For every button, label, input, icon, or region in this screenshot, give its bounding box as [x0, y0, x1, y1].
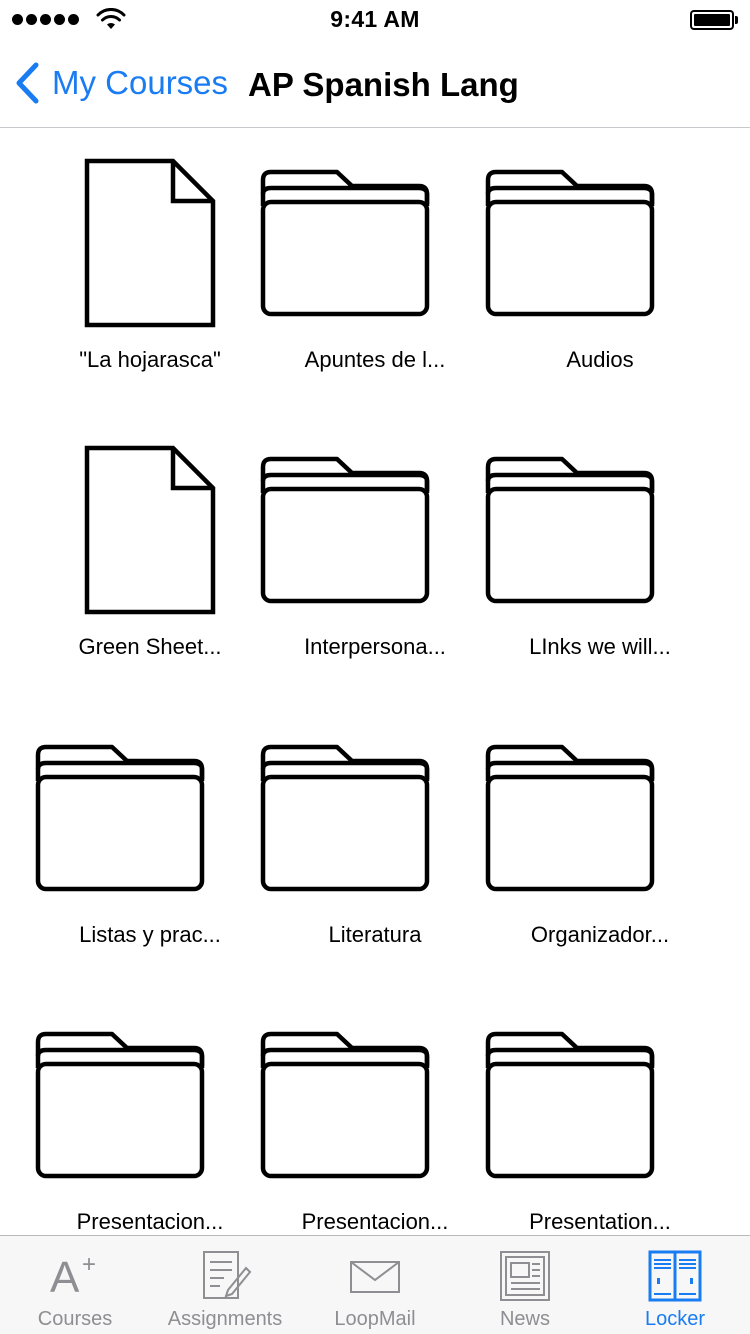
locker-icon: [648, 1248, 702, 1304]
item-label: Literatura: [328, 922, 422, 947]
item-label: Listas y prac...: [79, 922, 221, 947]
tab-assignments[interactable]: Assignments: [150, 1236, 300, 1334]
newspaper-icon: [498, 1248, 552, 1304]
folder-icon: [200, 144, 430, 334]
item-label: Apuntes de l...: [304, 347, 446, 372]
tab-label: Locker: [644, 1308, 706, 1330]
svg-text:A: A: [50, 1253, 80, 1302]
locker-grid: "La hojarasca" Apuntes de l... Audios Green…: [0, 129, 750, 1235]
tab-news[interactable]: News: [450, 1236, 600, 1334]
tab-loopmail[interactable]: LoopMail: [300, 1236, 450, 1334]
item-label: Presentation...: [529, 1209, 671, 1234]
folder-icon: [425, 719, 655, 909]
item-label: Interpersona...: [304, 634, 446, 659]
folder-tile[interactable]: LInks we will...: [485, 431, 715, 719]
status-time: 9:41 AM: [330, 6, 420, 32]
document-icon: [0, 144, 230, 334]
tab-locker[interactable]: Locker: [600, 1236, 750, 1334]
page-title: AP Spanish Lang: [248, 66, 519, 103]
tab-courses[interactable]: A + Courses: [0, 1236, 150, 1334]
folder-tile[interactable]: Organizador...: [485, 719, 715, 1007]
status-bar: 9:41 AM: [0, 0, 750, 40]
assignment-edit-icon: [198, 1248, 252, 1304]
svg-text:+: +: [82, 1251, 96, 1278]
folder-icon: [425, 431, 655, 621]
folder-icon: [200, 1006, 430, 1196]
tab-bar: A + Courses Assignments LoopMail News Locker: [0, 1235, 750, 1334]
item-label: Green Sheet...: [78, 634, 222, 659]
item-label: Organizador...: [530, 922, 670, 947]
item-label: Audios: [566, 347, 634, 372]
envelope-icon: [348, 1248, 402, 1304]
folder-icon: [425, 144, 655, 334]
battery-icon: [690, 10, 738, 30]
folder-tile[interactable]: Presentation...: [485, 1006, 715, 1235]
tab-label: Assignments: [167, 1308, 283, 1330]
back-button[interactable]: My Courses: [14, 62, 228, 104]
item-label: "La hojarasca": [79, 347, 221, 372]
folder-icon: [0, 719, 205, 909]
chevron-left-icon: [16, 62, 39, 104]
item-label: LInks we will...: [529, 634, 671, 659]
tab-label: LoopMail: [334, 1308, 416, 1330]
item-label: Presentacion...: [301, 1209, 449, 1234]
folder-tile[interactable]: Audios: [485, 144, 715, 432]
folder-icon: [425, 1006, 655, 1196]
document-icon: [0, 431, 230, 621]
folder-icon: [200, 719, 430, 909]
navigation-bar: My Courses AP Spanish Lang: [0, 40, 750, 128]
folder-icon: [0, 1006, 205, 1196]
a-plus-icon: A +: [48, 1248, 102, 1304]
tab-label: News: [499, 1308, 550, 1330]
folder-icon: [200, 431, 430, 621]
item-label: Presentacion...: [76, 1209, 224, 1234]
tab-label: Courses: [37, 1308, 113, 1330]
back-label: My Courses: [52, 64, 229, 101]
